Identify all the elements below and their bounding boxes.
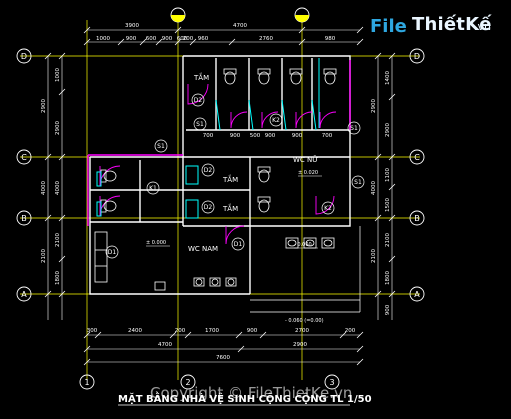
grid-bubble-fill bbox=[295, 15, 309, 22]
dim-right-part: 2900 bbox=[371, 99, 377, 113]
tag: K1 bbox=[149, 185, 157, 192]
dim-bottom-part: 900 bbox=[247, 328, 258, 334]
dim-right-part: 1500 bbox=[385, 198, 391, 212]
tag: K2 bbox=[324, 205, 332, 212]
grid-label-row-b: B bbox=[21, 214, 27, 223]
logo-word: File bbox=[370, 16, 407, 37]
door-swing bbox=[99, 165, 121, 187]
wall-edge-hatch bbox=[87, 60, 351, 226]
level-mark: - 0.060 bbox=[294, 242, 312, 248]
dimension-ticks bbox=[44, 26, 396, 366]
dim-right-part: 2100 bbox=[371, 249, 377, 263]
room-label-tam-mid-2: TẮM bbox=[222, 203, 238, 213]
dim-inner-top: 900 bbox=[230, 133, 241, 139]
door-swing bbox=[319, 111, 337, 129]
dim-top-part: 1000 bbox=[96, 36, 110, 42]
dim-inner-top: 500 bbox=[250, 133, 261, 139]
dim-bottom-overall-2: 2900 bbox=[293, 342, 307, 348]
tag: S1 bbox=[350, 125, 358, 132]
grid-bubbles bbox=[16, 7, 425, 390]
dim-left-part: 4000 bbox=[55, 181, 61, 195]
dim-left-part: 1000 bbox=[55, 68, 61, 82]
tag: S1 bbox=[196, 121, 204, 128]
dim-left-part: 2100 bbox=[55, 233, 61, 247]
door-swing bbox=[295, 111, 313, 129]
dim-right-part: 1800 bbox=[385, 271, 391, 285]
level-mark: ± 0.000 bbox=[146, 240, 166, 246]
door-swing bbox=[230, 111, 248, 129]
dim-inner-top: 700 bbox=[322, 133, 333, 139]
dim-top-part: 900 bbox=[162, 36, 173, 42]
dim-bottom-part: 1700 bbox=[205, 328, 219, 334]
watermark: Copyright © FileThietKe.vn bbox=[150, 384, 352, 402]
dim-right-part: 1100 bbox=[385, 168, 391, 182]
tag: S1 bbox=[354, 179, 362, 186]
grid-label-row-d: D bbox=[21, 52, 27, 61]
dim-left-part: 2900 bbox=[41, 99, 47, 113]
dim-top-part: 960 bbox=[198, 36, 209, 42]
tag: D1 bbox=[108, 249, 117, 256]
tag: D2 bbox=[204, 204, 213, 211]
dim-left-part: 4000 bbox=[41, 181, 47, 195]
tag: S1 bbox=[157, 143, 165, 150]
dim-right-part: 1400 bbox=[385, 71, 391, 85]
room-label-wc-nam: WC NAM bbox=[188, 245, 218, 253]
grid-label-row-a: A bbox=[21, 290, 27, 299]
dim-right-part: 4000 bbox=[371, 181, 377, 195]
urinals-sinks bbox=[94, 231, 335, 291]
filethietke-logo[interactable]: File ThiếtKế .vn bbox=[370, 8, 505, 48]
grid-label-row-c-right: C bbox=[414, 153, 420, 162]
grid-label-row-c: C bbox=[21, 153, 27, 162]
dim-bottom-part: 200 bbox=[345, 328, 356, 334]
dim-bottom-part: 2400 bbox=[128, 328, 142, 334]
grid-bubble-fill bbox=[171, 15, 185, 22]
logo-suffix: .vn bbox=[474, 20, 491, 33]
dim-top-overall-1: 3900 bbox=[125, 23, 139, 29]
dim-left-part: 2100 bbox=[41, 249, 47, 263]
dim-inner-top: 900 bbox=[292, 133, 303, 139]
dim-left-part: 2900 bbox=[55, 121, 61, 135]
cad-drawing-canvas: 1 2 3 D C B A D C B A 3900 4700 1000 900… bbox=[0, 0, 511, 415]
grid-label-col-1: 1 bbox=[84, 378, 89, 387]
grid-label-row-d-right: D bbox=[414, 52, 420, 61]
room-label-wc-nu: WC NỮ bbox=[293, 155, 318, 164]
dim-top-part: 900 bbox=[126, 36, 137, 42]
floor-plan: 1 2 3 D C B A D C B A 3900 4700 1000 900… bbox=[16, 7, 425, 406]
tag: D1 bbox=[234, 241, 243, 248]
dim-top-part: 200 bbox=[183, 36, 194, 42]
door-swing bbox=[99, 195, 121, 217]
dim-bottom-total: 7600 bbox=[216, 355, 230, 361]
dim-inner-top: 900 bbox=[265, 133, 276, 139]
grid-label-row-a-right: A bbox=[414, 290, 420, 299]
tag: K2 bbox=[272, 117, 280, 124]
dim-right-part: 2100 bbox=[385, 233, 391, 247]
dim-inner-top: 700 bbox=[203, 133, 214, 139]
room-label-tam-top: TẮM bbox=[193, 72, 209, 82]
grid-label-row-b-right: B bbox=[414, 214, 420, 223]
dim-bottom-part: 2700 bbox=[295, 328, 309, 334]
doors bbox=[99, 83, 337, 245]
dim-bottom-part: 300 bbox=[87, 328, 98, 334]
level-mark: - 0.060 (=0.00) bbox=[285, 318, 324, 324]
dim-bottom-overall-1: 4700 bbox=[158, 342, 172, 348]
grid-axes bbox=[20, 20, 420, 380]
dim-top-overall-2: 4700 bbox=[233, 23, 247, 29]
tag: D2 bbox=[194, 97, 203, 104]
dim-top-part: 980 bbox=[325, 36, 336, 42]
dim-right-part: 900 bbox=[385, 304, 391, 315]
dim-right-part: 2900 bbox=[385, 123, 391, 137]
tag: D2 bbox=[204, 167, 213, 174]
dim-left-part: 1800 bbox=[55, 271, 61, 285]
room-label-tam-mid-1: TẮM bbox=[222, 174, 238, 184]
dim-top-part: 2760 bbox=[259, 36, 273, 42]
level-mark: ± 0.020 bbox=[298, 170, 318, 176]
dim-bottom-part: 200 bbox=[175, 328, 186, 334]
dim-top-part: 600 bbox=[146, 36, 157, 42]
